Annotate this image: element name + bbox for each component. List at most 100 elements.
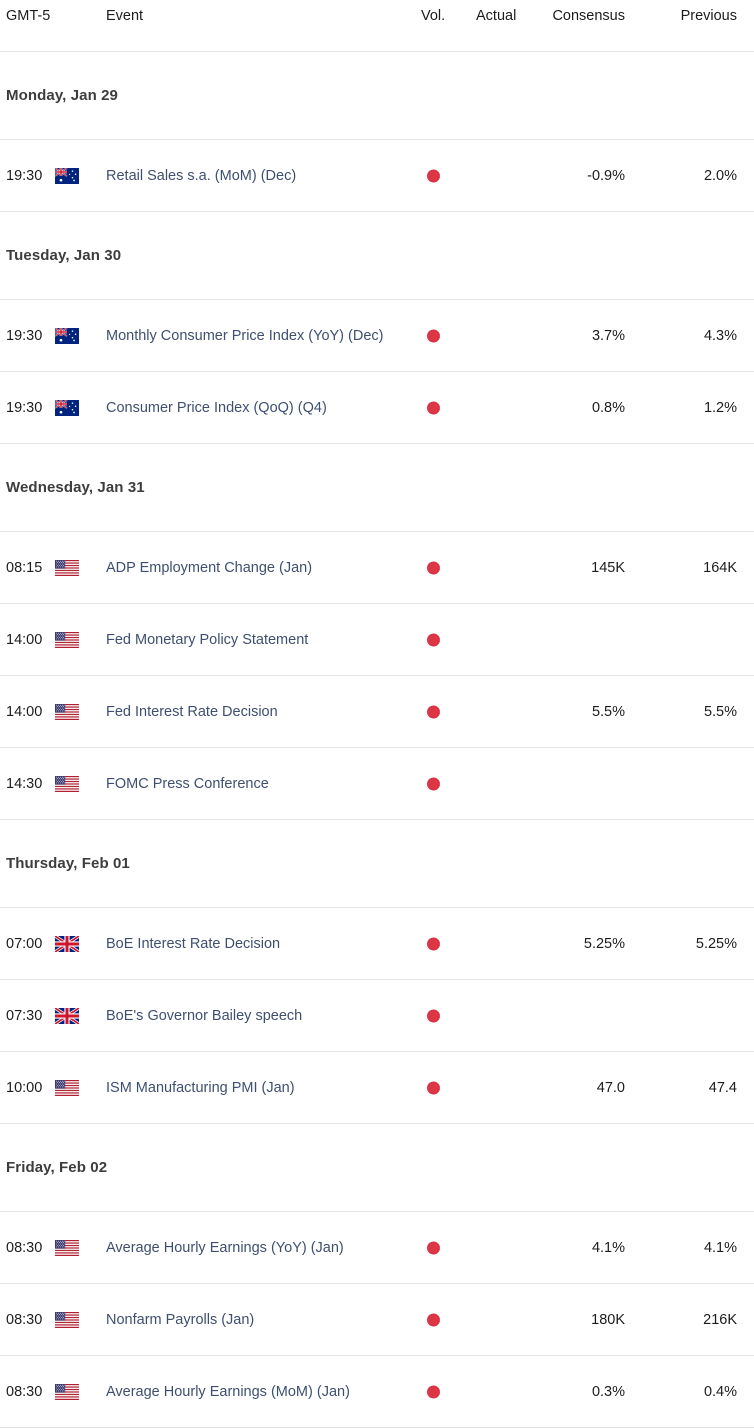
day-header-label: Monday, Jan 29 xyxy=(6,87,118,104)
high-volatility-dot xyxy=(427,169,440,182)
consensus-value: 5.25% xyxy=(583,935,625,952)
high-volatility-dot xyxy=(427,777,440,790)
high-volatility-dot xyxy=(427,705,440,718)
consensus-value: 180K xyxy=(591,1311,625,1328)
volatility-indicator xyxy=(427,1241,440,1254)
table-row[interactable]: 08:15 ADP Employment Change (Jan) 145K 1… xyxy=(0,532,754,604)
event-time: 19:30 xyxy=(6,327,43,344)
united-states-flag xyxy=(55,703,79,720)
table-row[interactable]: 08:30 Nonfarm Payrolls (Jan) 180K 216K xyxy=(0,1284,754,1356)
day-header: Wednesday, Jan 31 xyxy=(0,444,754,532)
event-name-link[interactable]: ADP Employment Change (Jan) xyxy=(106,560,312,576)
previous-value: 164K xyxy=(703,559,737,576)
column-header-event: Event xyxy=(106,8,144,24)
high-volatility-dot xyxy=(427,1241,440,1254)
high-volatility-dot xyxy=(427,1009,440,1022)
table-row[interactable]: 14:00 Fed Monetary Policy Statement xyxy=(0,604,754,676)
event-name-link[interactable]: BoE Interest Rate Decision xyxy=(106,936,280,952)
united-states-flag xyxy=(55,1239,79,1256)
column-header-consensus: Consensus xyxy=(552,8,625,24)
previous-value: 4.3% xyxy=(703,327,737,344)
high-volatility-dot xyxy=(427,633,440,646)
event-name-link[interactable]: Fed Monetary Policy Statement xyxy=(106,632,308,648)
column-header-previous: Previous xyxy=(680,8,737,24)
volatility-indicator xyxy=(427,329,440,342)
united-kingdom-flag xyxy=(55,1007,79,1024)
event-name-link[interactable]: Nonfarm Payrolls (Jan) xyxy=(106,1312,254,1328)
volatility-indicator xyxy=(427,1313,440,1326)
consensus-value: 0.8% xyxy=(591,399,625,416)
high-volatility-dot xyxy=(427,937,440,950)
event-time: 07:00 xyxy=(6,935,43,952)
event-name-link[interactable]: BoE's Governor Bailey speech xyxy=(106,1008,302,1024)
consensus-value: 5.5% xyxy=(591,703,625,720)
event-time: 14:00 xyxy=(6,703,43,720)
previous-value: 5.25% xyxy=(695,935,737,952)
event-time: 08:30 xyxy=(6,1239,43,1256)
event-name-link[interactable]: ISM Manufacturing PMI (Jan) xyxy=(106,1080,295,1096)
high-volatility-dot xyxy=(427,401,440,414)
volatility-indicator xyxy=(427,705,440,718)
column-header-volatility: Vol. xyxy=(421,8,446,24)
table-row[interactable]: 14:30 FOMC Press Conference xyxy=(0,748,754,820)
table-row[interactable]: 14:00 Fed Interest Rate Decision 5.5% 5.… xyxy=(0,676,754,748)
volatility-indicator xyxy=(427,1009,440,1022)
event-name-link[interactable]: Retail Sales s.a. (MoM) (Dec) xyxy=(106,168,296,184)
previous-value: 5.5% xyxy=(703,703,737,720)
day-header: Thursday, Feb 01 xyxy=(0,820,754,908)
volatility-indicator xyxy=(427,169,440,182)
table-row[interactable]: 10:00 ISM Manufacturing PMI (Jan) 47.0 4… xyxy=(0,1052,754,1124)
volatility-indicator xyxy=(427,1385,440,1398)
consensus-value: 0.3% xyxy=(591,1383,625,1400)
previous-value: 2.0% xyxy=(703,167,737,184)
united-states-flag xyxy=(55,559,79,576)
event-name-link[interactable]: Fed Interest Rate Decision xyxy=(106,704,278,720)
event-time: 07:30 xyxy=(6,1007,43,1024)
event-time: 10:00 xyxy=(6,1079,43,1096)
day-header-label: Wednesday, Jan 31 xyxy=(6,479,145,496)
previous-value: 0.4% xyxy=(703,1383,737,1400)
event-time: 14:00 xyxy=(6,631,43,648)
table-row[interactable]: 19:30 Consumer Price Index (QoQ) (Q4) 0.8… xyxy=(0,372,754,444)
table-row[interactable]: 19:30 Retail Sales s.a. (MoM) (Dec) -0.9%… xyxy=(0,140,754,212)
day-header: Monday, Jan 29 xyxy=(0,52,754,140)
calendar-column-headers: GMT-5 Event Vol. Actual Consensus Previo… xyxy=(0,0,754,52)
event-name-link[interactable]: FOMC Press Conference xyxy=(106,776,269,792)
volatility-indicator xyxy=(427,937,440,950)
table-row[interactable]: 07:00 BoE Interest Rate Decision 5.25% 5.2… xyxy=(0,908,754,980)
united-kingdom-flag xyxy=(55,935,79,952)
consensus-value: -0.9% xyxy=(587,167,625,184)
column-header-actual: Actual xyxy=(476,8,517,24)
consensus-value: 145K xyxy=(591,559,625,576)
event-name-link[interactable]: Monthly Consumer Price Index (YoY) (Dec) xyxy=(106,328,383,344)
consensus-value: 4.1% xyxy=(591,1239,625,1256)
event-name-link[interactable]: Average Hourly Earnings (YoY) (Jan) xyxy=(106,1240,344,1256)
event-time: 14:30 xyxy=(6,775,43,792)
event-time: 19:30 xyxy=(6,167,43,184)
volatility-indicator xyxy=(427,401,440,414)
australia-flag xyxy=(55,167,79,184)
column-header-timezone: GMT-5 xyxy=(6,8,51,24)
high-volatility-dot xyxy=(427,329,440,342)
volatility-indicator xyxy=(427,777,440,790)
day-header-label: Thursday, Feb 01 xyxy=(6,855,130,872)
united-states-flag xyxy=(55,1079,79,1096)
event-name-link[interactable]: Consumer Price Index (QoQ) (Q4) xyxy=(106,400,327,416)
event-name-link[interactable]: Average Hourly Earnings (MoM) (Jan) xyxy=(106,1384,350,1400)
united-states-flag xyxy=(55,631,79,648)
table-row[interactable]: 08:30 Average Hourly Earning xyxy=(0,1356,754,1428)
table-row[interactable]: 08:30 Average Hourly Earning xyxy=(0,1212,754,1284)
united-states-flag xyxy=(55,1311,79,1328)
table-row[interactable]: 19:30 Monthly Consumer Price Index (YoY)… xyxy=(0,300,754,372)
high-volatility-dot xyxy=(427,1081,440,1094)
united-states-flag xyxy=(55,1383,79,1400)
high-volatility-dot xyxy=(427,1385,440,1398)
calendar-body: Monday, Jan 29 19:30 Retail Sales s.a. (M… xyxy=(0,52,754,1428)
table-row[interactable]: 07:30 BoE's Governor Bailey speech xyxy=(0,980,754,1052)
previous-value: 4.1% xyxy=(703,1239,737,1256)
volatility-indicator xyxy=(427,633,440,646)
event-time: 08:15 xyxy=(6,559,43,576)
event-time: 08:30 xyxy=(6,1383,43,1400)
day-header: Tuesday, Jan 30 xyxy=(0,212,754,300)
volatility-indicator xyxy=(427,561,440,574)
